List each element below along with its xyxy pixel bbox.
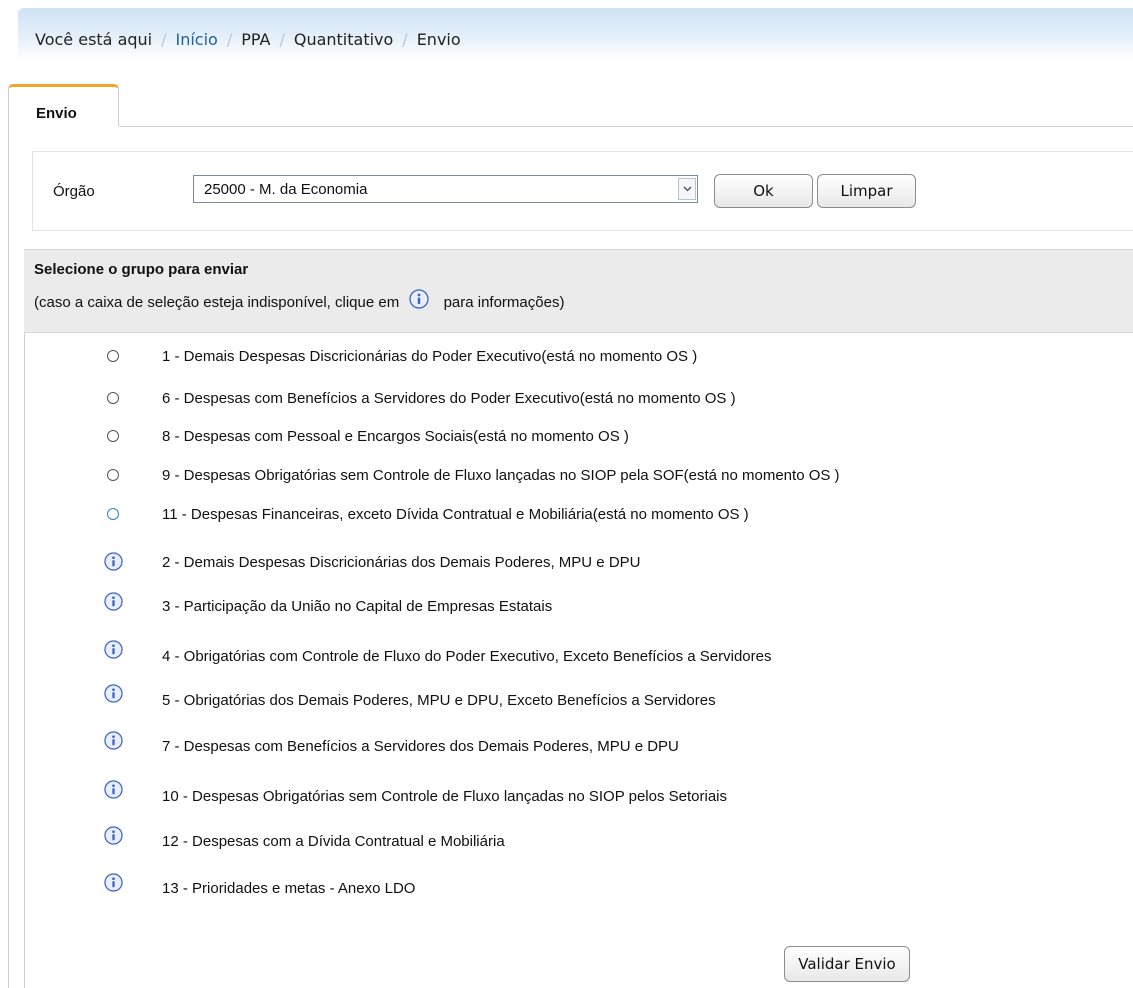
group-label: 2 - Demais Despesas Discricionárias dos … (162, 554, 641, 571)
breadcrumb-prefix: Você está aqui (35, 30, 153, 49)
breadcrumb-item-ppa: PPA (241, 30, 271, 49)
breadcrumb-separator: / (279, 30, 285, 49)
breadcrumb-separator: / (226, 30, 233, 49)
subtitle-text-before: (caso a caixa de seleção esteja indispon… (34, 293, 400, 311)
group-label: 9 - Despesas Obrigatórias sem Controle d… (162, 467, 840, 484)
group-label: 7 - Despesas com Benefícios a Servidores… (162, 738, 679, 755)
group-label: 10 - Despesas Obrigatórias sem Controle … (162, 788, 728, 805)
group-radio[interactable] (107, 392, 119, 404)
orgao-label: Órgão (53, 183, 95, 200)
group-label: 12 - Despesas com a Dívida Contratual e … (162, 833, 505, 850)
ok-button[interactable]: Ok (714, 174, 813, 208)
group-label: 1 - Demais Despesas Discricionárias do P… (162, 348, 698, 365)
group-label: 4 - Obrigatórias com Controle de Fluxo d… (162, 648, 772, 665)
info-icon[interactable] (104, 684, 123, 703)
chevron-down-icon[interactable] (678, 178, 696, 200)
group-label: 8 - Despesas com Pessoal e Encargos Soci… (162, 428, 629, 445)
group-section-title: Selecione o grupo para enviar (34, 261, 249, 278)
breadcrumb-item-quantitativo: Quantitativo (293, 30, 394, 49)
breadcrumb-separator: / (161, 30, 167, 49)
info-icon[interactable] (104, 780, 123, 799)
group-label: 6 - Despesas com Benefícios a Servidores… (162, 390, 736, 407)
group-radio[interactable] (107, 350, 119, 362)
group-section-subtitle: (caso a caixa de seleção esteja indispon… (34, 289, 565, 315)
info-icon[interactable] (104, 873, 123, 892)
breadcrumb-separator: / (402, 30, 408, 49)
group-radio[interactable] (107, 508, 119, 520)
validar-envio-button[interactable]: Validar Envio (784, 946, 910, 982)
breadcrumb-trail: Você está aqui / Início / PPA / Quantitativo / E… (35, 30, 461, 49)
info-icon[interactable] (104, 592, 123, 611)
breadcrumb-item-envio: Envio (416, 30, 461, 49)
tab-envio[interactable]: Envio (8, 84, 119, 126)
breadcrumb-item-inicio[interactable]: Início (176, 30, 218, 49)
tab-envio-label: Envio (36, 105, 77, 122)
group-label: 11 - Despesas Financeiras, exceto Dívida… (162, 506, 749, 523)
info-icon[interactable] (409, 289, 430, 313)
orgao-select[interactable]: 25000 - M. da Economia (193, 175, 698, 203)
info-icon[interactable] (104, 826, 123, 845)
info-icon[interactable] (104, 552, 123, 571)
group-label: 5 - Obrigatórias dos Demais Poderes, MPU… (162, 692, 716, 709)
group-label: 13 - Prioridades e metas - Anexo LDO (162, 880, 416, 897)
group-radio[interactable] (107, 430, 119, 442)
limpar-button[interactable]: Limpar (817, 174, 916, 208)
group-radio[interactable] (107, 469, 119, 481)
breadcrumb: Você está aqui / Início / PPA / Quantitativo / E… (18, 8, 1133, 60)
orgao-select-value: 25000 - M. da Economia (204, 181, 368, 198)
info-icon[interactable] (104, 640, 123, 659)
subtitle-text-after: para informações) (443, 293, 565, 311)
info-icon[interactable] (104, 731, 123, 750)
group-label: 3 - Participação da União no Capital de … (162, 598, 553, 615)
